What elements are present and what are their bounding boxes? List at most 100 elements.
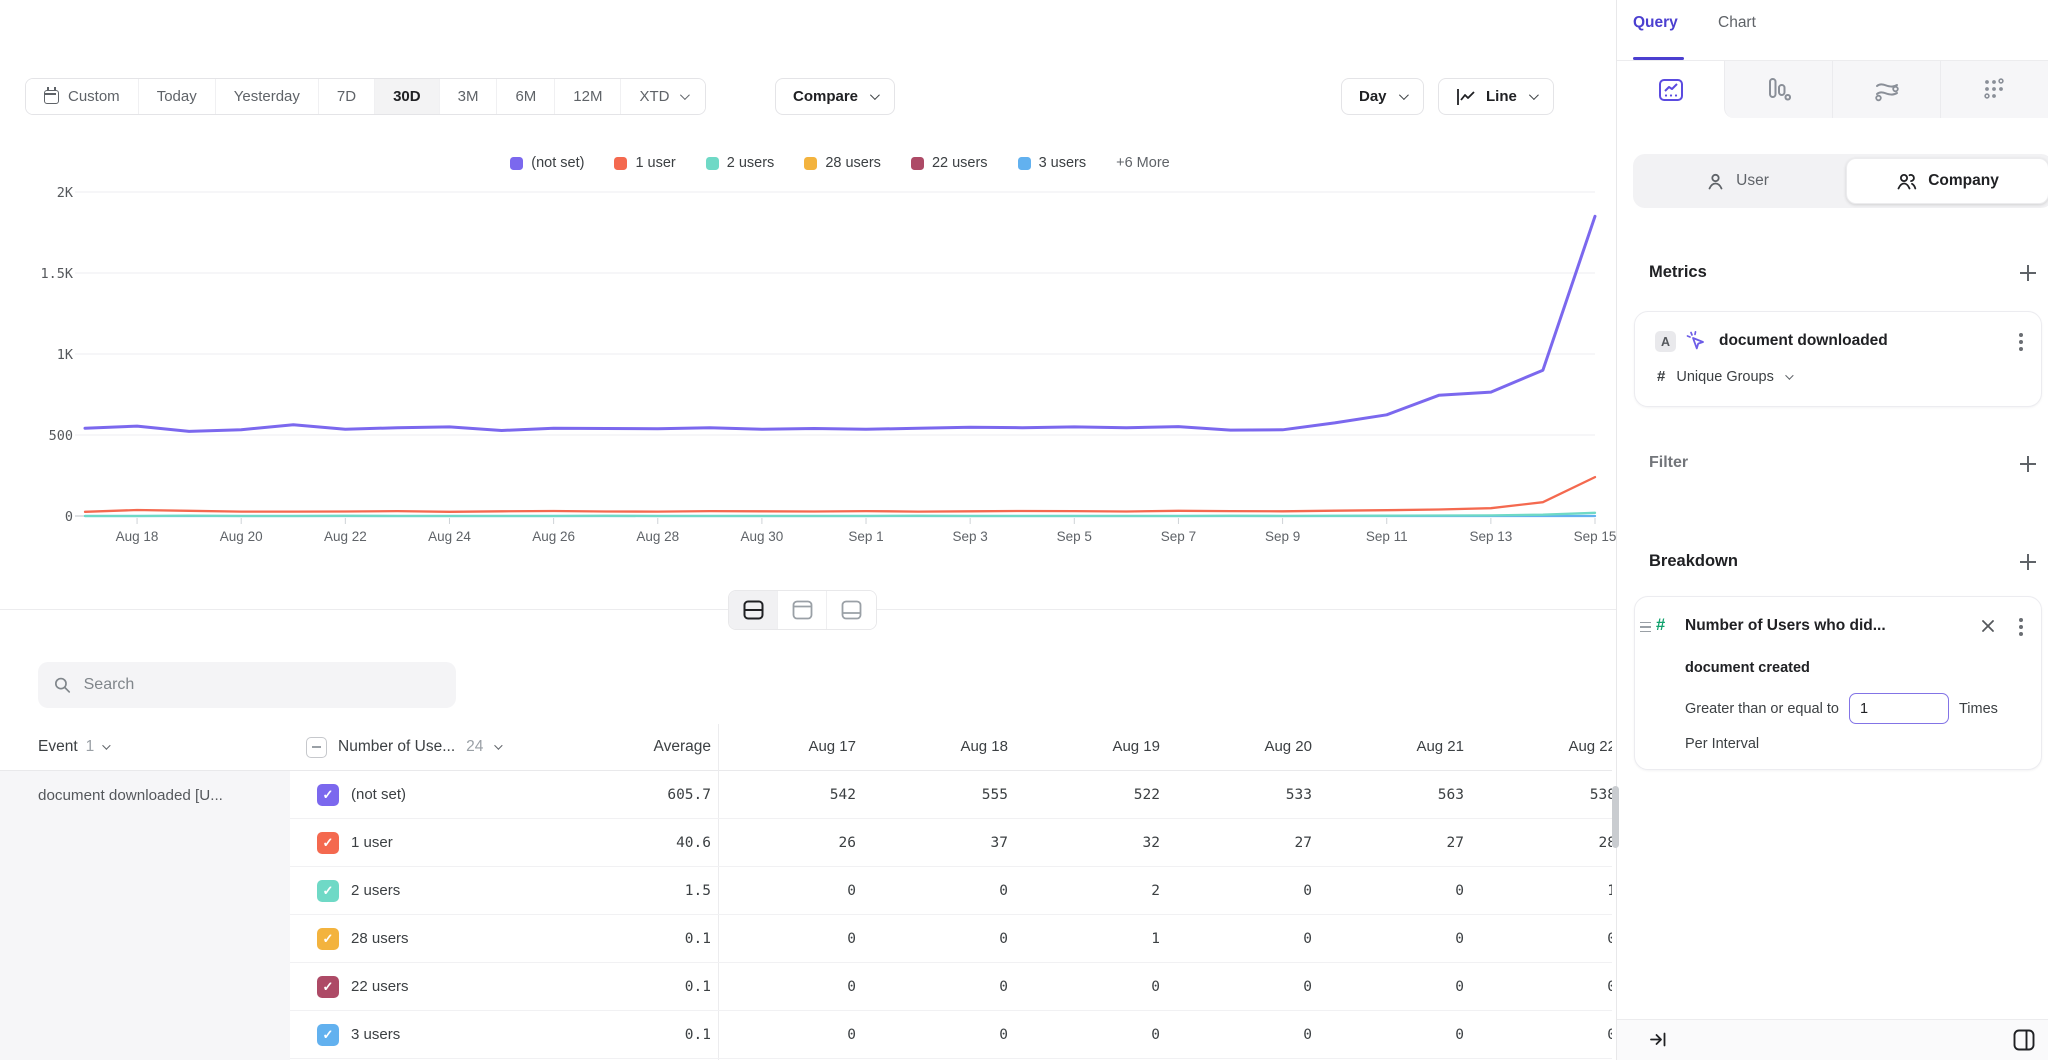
group-column-header[interactable]: Number of Use... 24 — [306, 724, 500, 770]
kebab-menu-icon[interactable] — [2019, 340, 2023, 344]
range-30d[interactable]: 30D — [375, 79, 440, 114]
metric-card[interactable]: A document downloaded # Unique Groups — [1634, 311, 2042, 407]
row-checkbox[interactable]: ✓ — [317, 1024, 339, 1046]
panel-split-icon[interactable] — [2013, 1029, 2035, 1051]
chart-type-dropdown[interactable]: Line — [1438, 78, 1554, 115]
series-line[interactable] — [85, 216, 1595, 431]
column-header-aug-21[interactable]: Aug 21 — [1326, 724, 1478, 770]
range-yesterday[interactable]: Yesterday — [216, 79, 319, 114]
measure-selector[interactable]: # Unique Groups — [1657, 368, 1791, 385]
chart-only-button[interactable] — [778, 591, 827, 629]
user-toggle-option[interactable]: User — [1637, 158, 1838, 204]
legend-more[interactable]: +6 More — [1116, 155, 1170, 171]
panel-top-icon — [792, 600, 813, 620]
range-xtd[interactable]: XTD — [621, 79, 705, 114]
times-input[interactable] — [1849, 693, 1949, 724]
date-range-group: CustomTodayYesterday7D30D3M6M12MXTD — [25, 78, 706, 115]
svg-text:Aug 24: Aug 24 — [428, 529, 471, 544]
add-breakdown-button[interactable] — [2020, 554, 2036, 570]
svg-text:500: 500 — [49, 428, 73, 444]
svg-text:1K: 1K — [57, 347, 74, 363]
range-3m[interactable]: 3M — [440, 79, 498, 114]
range-today[interactable]: Today — [139, 79, 216, 114]
column-header-aug-20[interactable]: Aug 20 — [1174, 724, 1326, 770]
svg-text:Sep 3: Sep 3 — [953, 529, 988, 544]
row-value: 26 — [718, 819, 870, 867]
row-checkbox[interactable]: ✓ — [317, 784, 339, 806]
range-6m[interactable]: 6M — [497, 79, 555, 114]
row-value: 1 — [1022, 915, 1174, 963]
row-checkbox[interactable]: ✓ — [317, 880, 339, 902]
svg-text:2K: 2K — [57, 185, 74, 201]
company-toggle-option[interactable]: Company — [1846, 158, 2048, 204]
row-checkbox[interactable]: ✓ — [317, 832, 339, 854]
per-interval-label[interactable]: Per Interval — [1685, 736, 1759, 752]
close-icon[interactable] — [1981, 619, 1995, 633]
legend-item[interactable]: (not set) — [510, 155, 584, 171]
legend-item[interactable]: 28 users — [804, 155, 881, 171]
flow-chart-tab[interactable] — [1832, 61, 1940, 118]
interval-label: Day — [1359, 88, 1387, 105]
drag-handle-icon[interactable] — [1640, 622, 1651, 632]
interval-dropdown[interactable]: Day — [1341, 78, 1424, 115]
event-column-header[interactable]: Event 1 — [38, 724, 108, 770]
event-name-label: document downloaded [U... — [38, 787, 223, 804]
row-average: 1.5 — [560, 867, 711, 915]
collapse-right-icon[interactable] — [1649, 1031, 1668, 1048]
row-checkbox[interactable]: ✓ — [317, 976, 339, 998]
active-tab-indicator — [1633, 57, 1684, 60]
series-line[interactable] — [85, 477, 1595, 512]
column-header-aug-17[interactable]: Aug 17 — [718, 724, 870, 770]
tab-chart[interactable]: Chart — [1718, 14, 1756, 32]
svg-text:Aug 28: Aug 28 — [636, 529, 679, 544]
compare-button[interactable]: Compare — [775, 78, 895, 115]
legend-item[interactable]: 22 users — [911, 155, 988, 171]
row-value: 27 — [1174, 819, 1326, 867]
kebab-menu-icon[interactable] — [2019, 625, 2023, 629]
grid-chart-tab[interactable] — [1940, 61, 2048, 118]
breakdown-title[interactable]: Number of Users who did... — [1685, 617, 1886, 635]
table-scrollbar[interactable] — [1612, 786, 1619, 848]
column-header-aug-18[interactable]: Aug 18 — [870, 724, 1022, 770]
range-7d[interactable]: 7D — [319, 79, 375, 114]
search-input[interactable] — [84, 676, 440, 694]
legend-item[interactable]: 2 users — [706, 155, 775, 171]
line-chart[interactable]: 05001K1.5K2KAug 18Aug 20Aug 22Aug 24Aug … — [0, 180, 1616, 560]
line-chart-icon — [1658, 77, 1684, 103]
breakdown-card[interactable]: # Number of Users who did... document cr… — [1634, 596, 2042, 770]
add-metric-button[interactable] — [2020, 265, 2036, 281]
add-filter-button[interactable] — [2020, 456, 2036, 472]
row-value: 533 — [1174, 771, 1326, 819]
layout-toggle — [728, 590, 877, 630]
panel-bottom-bar — [1617, 1019, 2048, 1060]
metric-name[interactable]: document downloaded — [1719, 332, 1888, 350]
bar-chart-tab[interactable] — [1724, 61, 1832, 118]
range-custom[interactable]: Custom — [26, 79, 139, 114]
range-12m[interactable]: 12M — [555, 79, 621, 114]
legend-item[interactable]: 1 user — [614, 155, 675, 171]
column-header-aug-19[interactable]: Aug 19 — [1022, 724, 1174, 770]
series-line[interactable] — [85, 513, 1595, 516]
times-unit-label: Times — [1959, 701, 1998, 717]
line-chart-tab[interactable] — [1617, 61, 1724, 118]
svg-text:Sep 11: Sep 11 — [1366, 529, 1408, 544]
company-toggle-label: Company — [1928, 172, 1999, 190]
legend-swatch — [706, 157, 719, 170]
indeterminate-checkbox-icon[interactable] — [306, 737, 327, 758]
row-checkbox[interactable]: ✓ — [317, 928, 339, 950]
condition-label[interactable]: Greater than or equal to — [1685, 701, 1839, 717]
svg-text:0: 0 — [65, 509, 73, 525]
breakdown-event[interactable]: document created — [1685, 660, 1810, 676]
row-average: 40.6 — [560, 819, 711, 867]
event-name-cell[interactable]: document downloaded [U... — [0, 771, 290, 1060]
row-value: 0 — [870, 867, 1022, 915]
column-header-aug-22[interactable]: Aug 22 — [1478, 724, 1612, 770]
chevron-down-icon — [1529, 90, 1539, 100]
row-average: 0.1 — [560, 915, 711, 963]
table-only-button[interactable] — [827, 591, 876, 629]
tab-query[interactable]: Query — [1633, 14, 1678, 32]
legend-item[interactable]: 3 users — [1018, 155, 1087, 171]
average-column-header[interactable]: Average — [560, 724, 711, 770]
row-value: 37 — [870, 819, 1022, 867]
split-view-button[interactable] — [729, 591, 778, 629]
